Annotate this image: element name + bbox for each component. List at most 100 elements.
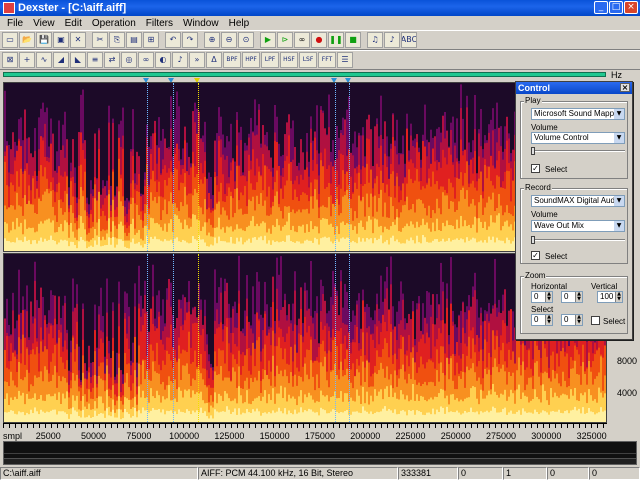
vertical-zoom-label: Vertical	[591, 282, 618, 291]
x-tick-label: 275000	[486, 431, 517, 441]
close-button[interactable]: ×	[624, 1, 638, 14]
snap-button[interactable]: ⊠	[2, 52, 18, 68]
x-tick-label: 250000	[440, 431, 471, 441]
cut-button[interactable]: ✂	[92, 32, 108, 48]
control-panel-titlebar[interactable]: Control ×	[516, 82, 632, 94]
frequency-unit: Hz	[611, 70, 622, 80]
reverse-button[interactable]: ⇄	[104, 52, 120, 68]
save-button[interactable]: 💾	[36, 32, 52, 48]
open-button[interactable]: 📂	[19, 32, 35, 48]
hpf-button[interactable]: HPF	[242, 52, 260, 68]
normalize-button[interactable]: ≡	[87, 52, 103, 68]
loop-button[interactable]: ∞	[294, 32, 310, 48]
spinner-arrows-icon[interactable]: ▲ ▼	[575, 292, 582, 302]
bpf-button[interactable]: BPF	[223, 52, 241, 68]
redo-button[interactable]: ↷	[182, 32, 198, 48]
fade-in-button[interactable]: ◢	[53, 52, 69, 68]
chorus-button[interactable]: ∞	[138, 52, 154, 68]
fade-in-icon: ◢	[57, 55, 65, 64]
vertical-zoom-spinner[interactable]: 100 ▲ ▼	[597, 291, 623, 303]
pause-button[interactable]: ❚❚	[328, 32, 344, 48]
stop-icon: ■	[349, 35, 357, 44]
zoom-fit-button[interactable]: ⊙	[238, 32, 254, 48]
save-as-button[interactable]: ▣	[53, 32, 69, 48]
minimize-button[interactable]: _	[594, 1, 608, 14]
horizontal-zoom-spinner-2[interactable]: 0 ▲ ▼	[561, 291, 583, 303]
abc-button[interactable]: ABC	[401, 32, 417, 48]
slider-thumb[interactable]	[531, 147, 535, 155]
spinner-arrows-icon[interactable]: ▲ ▼	[575, 315, 582, 325]
delay-icon: Δ	[211, 55, 217, 64]
status-value: 1	[503, 467, 547, 480]
x-tick-label: 75000	[126, 431, 152, 441]
frequency-range-bar[interactable]	[3, 72, 606, 77]
fft-button[interactable]: FFT	[318, 52, 336, 68]
abc-icon: ABC	[401, 35, 417, 44]
record-volume-slider[interactable]	[531, 236, 625, 244]
play-volume-value: Volume Control	[534, 133, 589, 142]
speed-button[interactable]: »	[189, 52, 205, 68]
record-device-select[interactable]: SoundMAX Digital Audio ▼	[531, 195, 625, 207]
select-zoom-spinner-2[interactable]: 0 ▲ ▼	[561, 314, 583, 326]
record-select-label: Select	[545, 252, 568, 261]
paste-button[interactable]: ▤	[126, 32, 142, 48]
properties-button[interactable]: ✕	[70, 32, 86, 48]
slider-track	[531, 239, 625, 241]
menu-view[interactable]: View	[28, 18, 60, 29]
x-tick-label: 300000	[531, 431, 562, 441]
mute-button[interactable]: ♪	[384, 32, 400, 48]
record-volume-select[interactable]: Wave Out Mix ▼	[531, 220, 625, 232]
spinner-arrows-icon[interactable]: ▲ ▼	[615, 292, 622, 302]
cursor-button[interactable]: +	[19, 52, 35, 68]
lpf-button[interactable]: LPF	[261, 52, 279, 68]
menu-window[interactable]: Window	[178, 18, 224, 29]
overview-waveform[interactable]	[3, 441, 637, 465]
hsf-button[interactable]: HSF	[280, 52, 298, 68]
menu-operation[interactable]: Operation	[87, 18, 141, 29]
copy-button[interactable]: ⎘	[109, 32, 125, 48]
selection-line	[147, 83, 148, 251]
lsf-button[interactable]: LSF	[299, 52, 317, 68]
zoom-in-button[interactable]: ⊕	[204, 32, 220, 48]
horizontal-scrollbar[interactable]	[4, 458, 636, 464]
spinner-arrows-icon[interactable]: ▲ ▼	[545, 292, 552, 302]
new-button[interactable]: ▭	[2, 32, 18, 48]
play-device-select[interactable]: Microsoft Sound Mapper ▼	[531, 108, 625, 120]
x-tick-label: 50000	[81, 431, 107, 441]
spinner-arrows-icon[interactable]: ▲ ▼	[545, 315, 552, 325]
horizontal-zoom-spinner[interactable]: 0 ▲ ▼	[531, 291, 553, 303]
play-volume-slider[interactable]	[531, 147, 625, 155]
play-volume-select[interactable]: Volume Control ▼	[531, 132, 625, 144]
record-button[interactable]: ●	[311, 32, 327, 48]
select-zoom-spinner[interactable]: 0 ▲ ▼	[531, 314, 553, 326]
maximize-button[interactable]: □	[609, 1, 623, 14]
echo-button[interactable]: ◎	[121, 52, 137, 68]
play-select-checkbox[interactable]: ✓	[531, 164, 540, 173]
control-close-button[interactable]: ×	[620, 83, 630, 92]
menu-file[interactable]: File	[2, 18, 28, 29]
delay-button[interactable]: Δ	[206, 52, 222, 68]
fade-out-icon: ◣	[74, 55, 82, 64]
menu-help[interactable]: Help	[224, 18, 255, 29]
zoom-out-button[interactable]: ⊖	[221, 32, 237, 48]
record-select-checkbox[interactable]: ✓	[531, 251, 540, 260]
fade-out-button[interactable]: ◣	[70, 52, 86, 68]
volume-button[interactable]: ♫	[367, 32, 383, 48]
selection-line	[335, 83, 336, 251]
y-tick-label: 4000	[616, 388, 637, 398]
menu-filters[interactable]: Filters	[141, 18, 178, 29]
slider-thumb[interactable]	[531, 236, 535, 244]
speed-icon: »	[194, 55, 200, 64]
list-button[interactable]: ☰	[337, 52, 353, 68]
stop-button[interactable]: ■	[345, 32, 361, 48]
paste-mix-button[interactable]: ⊞	[143, 32, 159, 48]
x-tick-label: 125000	[214, 431, 245, 441]
play-selection-button[interactable]: ⊳	[277, 32, 293, 48]
waveform-button[interactable]: ∿	[36, 52, 52, 68]
menu-edit[interactable]: Edit	[60, 18, 87, 29]
undo-button[interactable]: ↶	[165, 32, 181, 48]
pitch-button[interactable]: ♪	[172, 52, 188, 68]
play-button[interactable]: ▶	[260, 32, 276, 48]
flanger-button[interactable]: ◐	[155, 52, 171, 68]
zoom-select-checkbox[interactable]	[591, 316, 600, 325]
